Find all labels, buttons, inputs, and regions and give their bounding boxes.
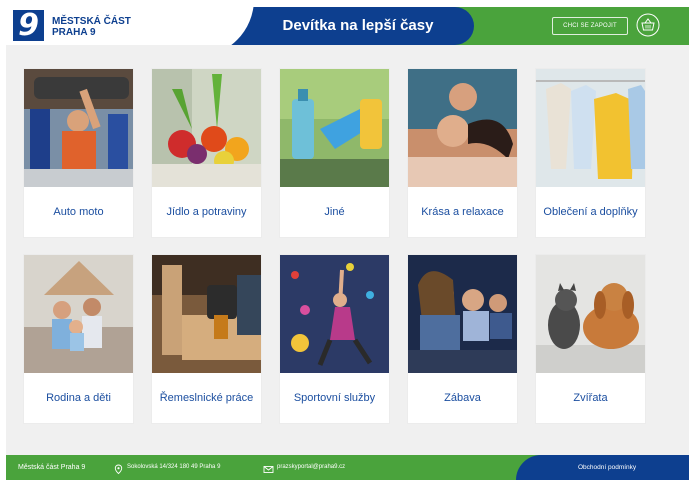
clothing-photo xyxy=(536,69,645,187)
logo-line-1: MĚSTSKÁ ČÁST xyxy=(52,16,131,27)
category-card-family[interactable]: Rodina a děti xyxy=(24,255,133,423)
category-label: Řemeslnické práce xyxy=(159,392,254,404)
category-label: Rodina a děti xyxy=(46,392,111,404)
map-pin-icon xyxy=(113,462,124,475)
category-label: Oblečení a doplňky xyxy=(543,206,638,218)
sport-photo xyxy=(280,255,389,373)
join-button[interactable]: CHCI SE ZAPOJIT xyxy=(552,17,628,35)
category-card-crafts[interactable]: Řemeslnické práce xyxy=(152,255,261,423)
beauty-photo xyxy=(408,69,517,187)
category-label: Auto moto xyxy=(53,206,104,218)
page-title: Devítka na lepší časy xyxy=(282,17,434,34)
logo-text[interactable]: MĚSTSKÁ ČÁST PRAHA 9 xyxy=(52,16,131,38)
footer-address: Sokolovská 14/324 180 49 Praha 9 xyxy=(127,464,221,470)
family-photo xyxy=(24,255,133,373)
category-card-beauty[interactable]: Krása a relaxace xyxy=(408,69,517,237)
category-card-food[interactable]: Jídlo a potraviny xyxy=(152,69,261,237)
category-grid: Auto moto Jídlo a potraviny Jiné Krása a… xyxy=(6,45,689,455)
category-label: Zábava xyxy=(444,392,481,404)
category-card-entertainment[interactable]: Zábava xyxy=(408,255,517,423)
other-photo xyxy=(280,69,389,187)
category-card-other[interactable]: Jiné xyxy=(280,69,389,237)
entertainment-photo xyxy=(408,255,517,373)
auto-moto-photo xyxy=(24,69,133,187)
terms-link[interactable]: Obchodní podmínky xyxy=(578,455,636,480)
crafts-photo xyxy=(152,255,261,373)
site-header: 9 MĚSTSKÁ ČÁST PRAHA 9 Devítka na lepší … xyxy=(6,7,689,45)
food-photo xyxy=(152,69,261,187)
basket-icon[interactable] xyxy=(636,13,660,37)
animals-photo xyxy=(536,255,645,373)
category-label: Zvířata xyxy=(573,392,608,404)
category-label: Jídlo a potraviny xyxy=(166,206,247,218)
category-label: Sportovní služby xyxy=(293,392,376,404)
site-footer: Městská část Praha 9 Sokolovská 14/324 1… xyxy=(6,455,689,480)
logo-line-2: PRAHA 9 xyxy=(52,27,96,38)
category-label: Krása a relaxace xyxy=(421,206,504,218)
footer-email-link[interactable]: prazskyportal@praha9.cz xyxy=(277,455,345,480)
footer-org-name: Městská část Praha 9 xyxy=(18,464,86,471)
envelope-icon xyxy=(263,462,274,473)
category-card-sport[interactable]: Sportovní služby xyxy=(280,255,389,423)
category-card-auto-moto[interactable]: Auto moto xyxy=(24,69,133,237)
category-card-clothing[interactable]: Oblečení a doplňky xyxy=(536,69,645,237)
logo-icon[interactable]: 9 xyxy=(13,10,44,41)
category-label: Jiné xyxy=(324,206,345,218)
category-card-animals[interactable]: Zvířata xyxy=(536,255,645,423)
